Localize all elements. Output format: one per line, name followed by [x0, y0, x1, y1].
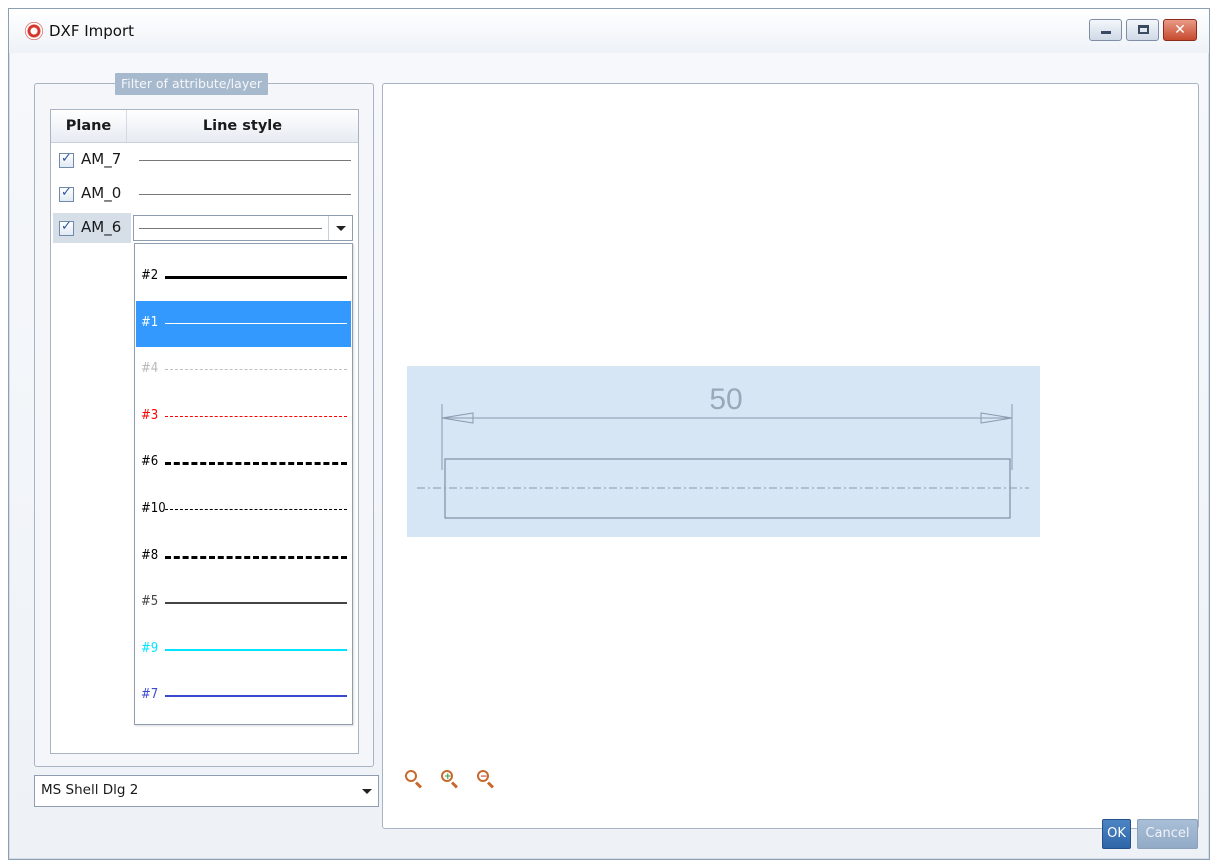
line-style-option-label: #6 — [141, 454, 159, 470]
line-style-option-preview — [165, 509, 347, 510]
layer-checkbox[interactable] — [59, 185, 74, 202]
cancel-button[interactable]: Cancel — [1137, 819, 1198, 849]
zoom-in-icon[interactable]: + — [439, 768, 461, 790]
line-style-option[interactable]: #2 — [136, 254, 351, 300]
layer-row[interactable]: AM_0 — [51, 177, 358, 211]
dxf-preview-canvas[interactable]: 50 — [407, 366, 1040, 537]
line-style-option-preview — [165, 462, 347, 466]
window-controls: ✕ — [1089, 19, 1197, 41]
zoom-fit-icon[interactable] — [403, 768, 425, 790]
handle — [450, 781, 459, 789]
chevron-down-icon — [336, 226, 346, 231]
app-logo-icon — [25, 22, 43, 40]
handle — [486, 781, 495, 789]
minimize-button[interactable] — [1089, 19, 1122, 41]
column-header-plane[interactable]: Plane — [51, 110, 127, 142]
handle — [414, 781, 423, 789]
title-bar[interactable]: DXF Import ✕ — [9, 9, 1209, 53]
line-style-option[interactable]: #7 — [136, 673, 351, 719]
line-style-dropdown[interactable]: #2 #1 #4 #3 #6 #10 #8 #5 #9 #7 — [134, 243, 353, 725]
line-style-option[interactable]: #6 — [136, 440, 351, 486]
line-style-option-label: #4 — [141, 361, 159, 377]
line-style-option-label: #10 — [141, 501, 166, 516]
layer-row-selected[interactable]: AM_6 — [51, 211, 358, 245]
font-select[interactable]: MS Shell Dlg 2 — [34, 775, 379, 807]
line-style-option-preview — [165, 369, 347, 371]
layer-row[interactable]: AM_7 — [51, 143, 358, 177]
line-style-option[interactable]: #5 — [136, 580, 351, 626]
lens — [405, 770, 417, 782]
dimension-value: 50 — [709, 383, 742, 416]
line-style-option-label: #8 — [141, 547, 159, 563]
ok-button[interactable]: OK — [1102, 819, 1131, 849]
line-style-option[interactable]: #4 — [136, 347, 351, 393]
line-style-option[interactable]: #1 — [136, 300, 351, 347]
line-style-option[interactable]: #9 — [136, 627, 351, 673]
line-style-option-preview — [165, 695, 347, 698]
line-style-option-label: #9 — [141, 640, 159, 656]
layer-checkbox[interactable] — [59, 151, 74, 168]
line-style-option[interactable]: #10 — [136, 487, 351, 533]
chevron-down-icon — [362, 789, 372, 794]
line-style-option-preview — [165, 276, 347, 279]
layer-checkbox[interactable] — [59, 219, 74, 236]
window-title: DXF Import — [49, 22, 135, 40]
column-header-line-style[interactable]: Line style — [127, 110, 358, 142]
zoom-toolbar: + − — [403, 768, 497, 790]
zoom-out-icon[interactable]: − — [475, 768, 497, 790]
mark: − — [480, 772, 488, 782]
minimize-icon — [1101, 31, 1111, 34]
line-style-option-label: #1 — [141, 314, 159, 330]
line-style-option[interactable]: #3 — [136, 394, 351, 440]
layer-list-header: Plane Line style — [51, 110, 358, 143]
filter-group-title: Filter of attribute/layer — [115, 73, 269, 95]
line-style-option-preview — [165, 415, 347, 417]
layer-name: AM_0 — [81, 184, 122, 202]
maximize-icon — [1138, 25, 1149, 34]
line-style-option-preview — [165, 648, 347, 651]
close-button[interactable]: ✕ — [1163, 19, 1197, 41]
preview-panel[interactable]: 50 + − — [382, 83, 1199, 829]
mark: + — [444, 772, 452, 782]
line-style-option-preview — [165, 322, 347, 324]
maximize-button[interactable] — [1126, 19, 1159, 41]
line-style-option-label: #3 — [141, 407, 159, 423]
line-style-option-label: #7 — [141, 687, 159, 703]
line-style-option-preview — [165, 602, 347, 605]
drawing-svg: 50 — [417, 383, 1029, 519]
layer-name: AM_6 — [81, 218, 122, 236]
line-style-combo[interactable] — [133, 215, 353, 241]
line-style-option-label: #2 — [141, 268, 159, 283]
line-style-preview — [139, 160, 351, 161]
combo-dropdown-button[interactable] — [328, 216, 352, 240]
close-icon: ✕ — [1174, 22, 1186, 38]
line-style-preview — [139, 194, 351, 195]
font-select-value: MS Shell Dlg 2 — [41, 782, 139, 798]
dxf-import-dialog: DXF Import ✕ Filter of attribute/layer P… — [8, 8, 1210, 860]
line-style-option[interactable]: #8 — [136, 534, 351, 580]
line-style-option-preview — [165, 555, 347, 559]
line-style-preview — [139, 228, 322, 229]
layer-name: AM_7 — [81, 150, 122, 168]
line-style-option-label: #5 — [141, 594, 159, 610]
